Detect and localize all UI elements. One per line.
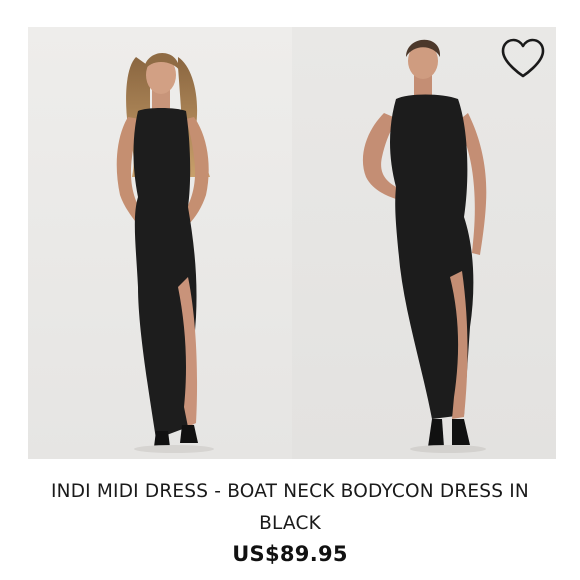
product-image-gallery[interactable] bbox=[28, 27, 556, 459]
product-image-front[interactable] bbox=[28, 27, 292, 459]
model-front-illustration bbox=[28, 27, 292, 459]
heart-outline-icon bbox=[501, 38, 545, 78]
model-alternate-illustration bbox=[292, 27, 556, 459]
product-price: US$89.95 bbox=[232, 542, 348, 566]
product-image-alternate[interactable] bbox=[292, 27, 556, 459]
product-title[interactable]: INDI MIDI DRESS - BOAT NECK BODYCON DRES… bbox=[20, 476, 560, 540]
product-card[interactable]: INDI MIDI DRESS - BOAT NECK BODYCON DRES… bbox=[0, 0, 580, 580]
wishlist-button[interactable] bbox=[500, 38, 546, 80]
